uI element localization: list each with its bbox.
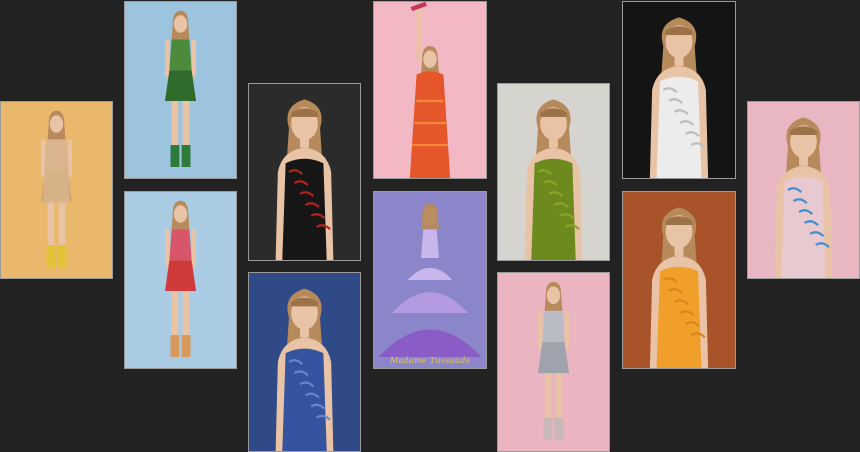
top [169,39,192,71]
gallery-photo-5[interactable] [248,272,361,452]
gallery-photo-6[interactable] [373,1,487,179]
neck [300,136,309,148]
face [173,15,188,33]
right-boot [57,245,67,267]
left-boot [170,335,180,357]
raised-arm [416,6,422,62]
top [169,229,192,261]
right-arm [191,39,197,77]
outfit [282,348,327,451]
skirt [164,70,197,101]
neck [549,136,558,148]
gallery-photo-4[interactable] [248,83,361,261]
neck [674,244,684,256]
right-arm [564,310,570,349]
bodice [421,229,439,258]
left-arm [164,39,170,77]
right-boot [181,145,191,167]
madame-tussauds-watermark: Madame Tussauds [389,356,471,365]
neck [799,154,808,166]
right-boot [554,417,564,440]
left-arm [537,310,543,349]
outfit [409,71,451,178]
outfit [282,158,327,260]
gallery-photo-1[interactable] [0,101,113,279]
face [423,50,437,68]
outfit [656,76,702,178]
neck [674,54,684,66]
neck [300,326,309,338]
gallery-photo-8[interactable] [497,83,610,261]
face [49,115,64,133]
gallery-photo-11[interactable] [622,191,736,369]
gallery-photo-7[interactable]: Madame Tussauds [373,191,487,369]
outfit [656,266,702,368]
top [542,310,565,342]
left-boot [543,417,553,440]
left-boot [170,145,180,167]
left-arm [164,229,170,267]
gallery-photo-3[interactable] [124,191,237,369]
right-boot [181,335,191,357]
face [173,205,188,223]
left-boot [46,245,56,267]
gallery-photo-10[interactable] [622,1,736,179]
skirt [537,341,570,374]
gallery-photo-12[interactable] [747,101,860,279]
right-arm [191,229,197,267]
outfit [531,158,576,260]
fringe-dress [43,146,70,204]
skirt [164,260,197,291]
gallery-photo-2[interactable] [124,1,237,179]
outfit [781,176,826,278]
gallery-photo-9[interactable] [497,272,610,452]
face [546,286,561,305]
